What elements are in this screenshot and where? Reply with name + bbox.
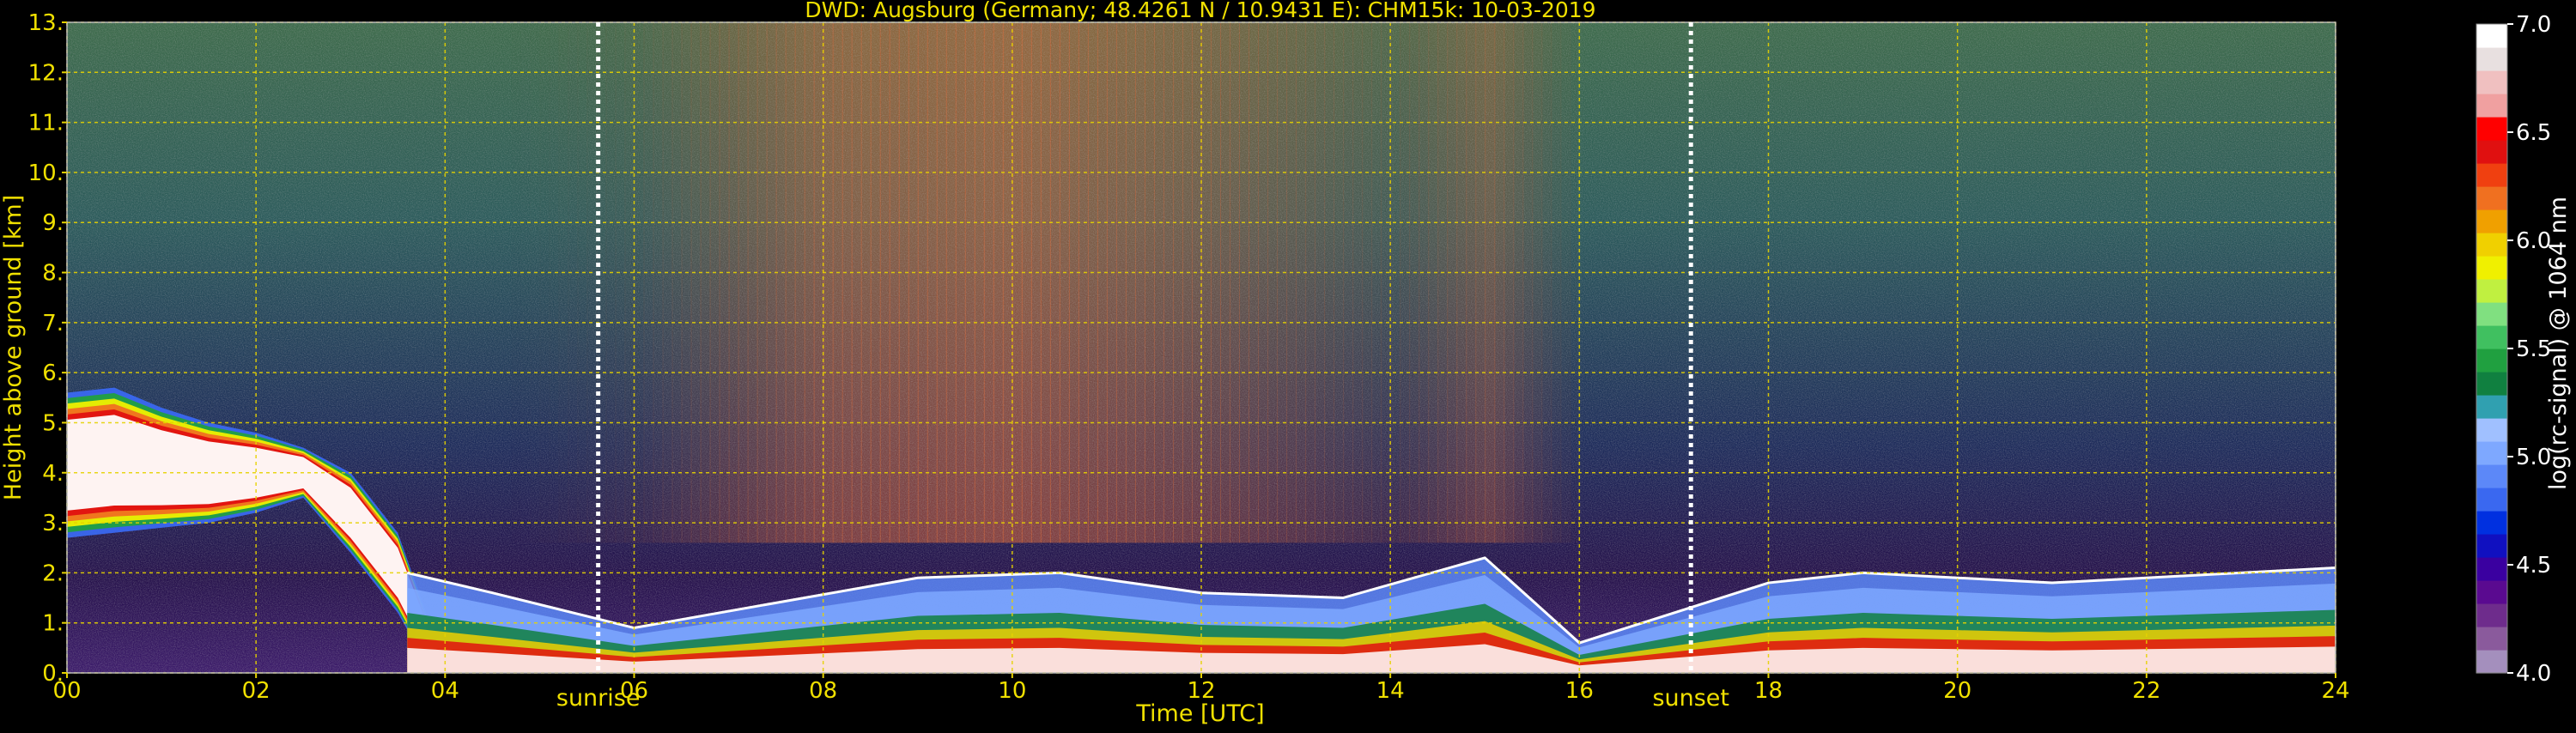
x-tick-label: 16	[1565, 678, 1594, 704]
ceilometer-chart: 00 02 04 06 08 10 12 14 16 18 20 22 24 0. 1. 2. 3. 4. 5. 6.…	[0, 0, 2576, 730]
colorbar-segment	[2476, 279, 2507, 303]
colorbar-segment	[2476, 603, 2507, 627]
y-tick-label: 13.	[28, 10, 64, 36]
colorbar-segment	[2476, 418, 2507, 442]
colorbar-tick-label: 6.5	[2516, 120, 2551, 146]
colorbar-tick-label: 4.5	[2516, 553, 2551, 579]
colorbar-segment	[2476, 557, 2507, 581]
x-tick-label: 04	[431, 678, 459, 704]
x-tick-label: 22	[2132, 678, 2160, 704]
y-tick-label: 0.	[42, 661, 64, 687]
x-axis-label: Time [UTC]	[1135, 700, 1264, 727]
colorbar-segment	[2476, 464, 2507, 488]
colorbar-segment	[2476, 488, 2507, 512]
colorbar-segment	[2476, 24, 2507, 48]
chart-title: DWD: Augsburg (Germany; 48.4261 N / 10.9…	[805, 0, 1595, 22]
colorbar-segment	[2476, 94, 2507, 118]
y-tick-label: 12.	[28, 60, 64, 86]
x-tick-label: 24	[2321, 678, 2349, 704]
x-tick-label: 02	[242, 678, 270, 704]
x-tick-label: 18	[1754, 678, 1783, 704]
colorbar-segment	[2476, 534, 2507, 558]
sunset-label: sunset	[1652, 685, 1729, 712]
y-tick-label: 8.	[42, 261, 64, 287]
colorbar-segment	[2476, 117, 2507, 141]
colorbar-segment	[2476, 325, 2507, 349]
x-tick-label: 14	[1376, 678, 1405, 704]
y-axis-label: Height above ground [km]	[0, 195, 27, 500]
colorbar-segment	[2476, 256, 2507, 280]
y-tick-label: 10.	[28, 161, 64, 186]
x-tick-label: 08	[809, 678, 837, 704]
y-tick-label: 6.	[42, 360, 64, 386]
colorbar-segment	[2476, 372, 2507, 396]
colorbar-segment	[2476, 627, 2507, 651]
y-tick-label: 4.	[42, 461, 64, 487]
y-tick-label: 7.	[42, 311, 64, 336]
colorbar-label: log(rc-signal) @ 1064 nm	[2545, 197, 2572, 490]
y-tick-label: 5.	[42, 410, 64, 436]
colorbar-segment	[2476, 348, 2507, 373]
colorbar-segment	[2476, 302, 2507, 326]
y-tick-label: 2.	[42, 560, 64, 586]
y-tick-label: 3.	[42, 511, 64, 536]
x-tick-label: 10	[998, 678, 1026, 704]
colorbar: 4.04.55.05.56.06.57.0	[2476, 12, 2551, 687]
colorbar-segment	[2476, 209, 2507, 233]
y-tick-label: 9.	[42, 210, 64, 236]
colorbar-segment	[2476, 441, 2507, 465]
colorbar-segment	[2476, 650, 2507, 674]
colorbar-segment	[2476, 47, 2507, 71]
colorbar-segment	[2476, 70, 2507, 94]
colorbar-segment	[2476, 163, 2507, 187]
x-tick-label: 20	[1943, 678, 1971, 704]
colorbar-tick-label: 4.0	[2516, 661, 2551, 687]
colorbar-segment	[2476, 233, 2507, 257]
colorbar-segment	[2476, 580, 2507, 604]
colorbar-segment	[2476, 186, 2507, 210]
y-tick-label: 11.	[28, 111, 64, 136]
y-tick-label: 1.	[42, 611, 64, 637]
colorbar-segment	[2476, 140, 2507, 164]
colorbar-segment	[2476, 395, 2507, 419]
colorbar-tick-label: 7.0	[2516, 12, 2551, 38]
sunrise-label: sunrise	[556, 685, 641, 712]
chart-svg: 00 02 04 06 08 10 12 14 16 18 20 22 240.1.2.3.4.5.6.…	[0, 0, 2572, 727]
colorbar-segment	[2476, 511, 2507, 535]
